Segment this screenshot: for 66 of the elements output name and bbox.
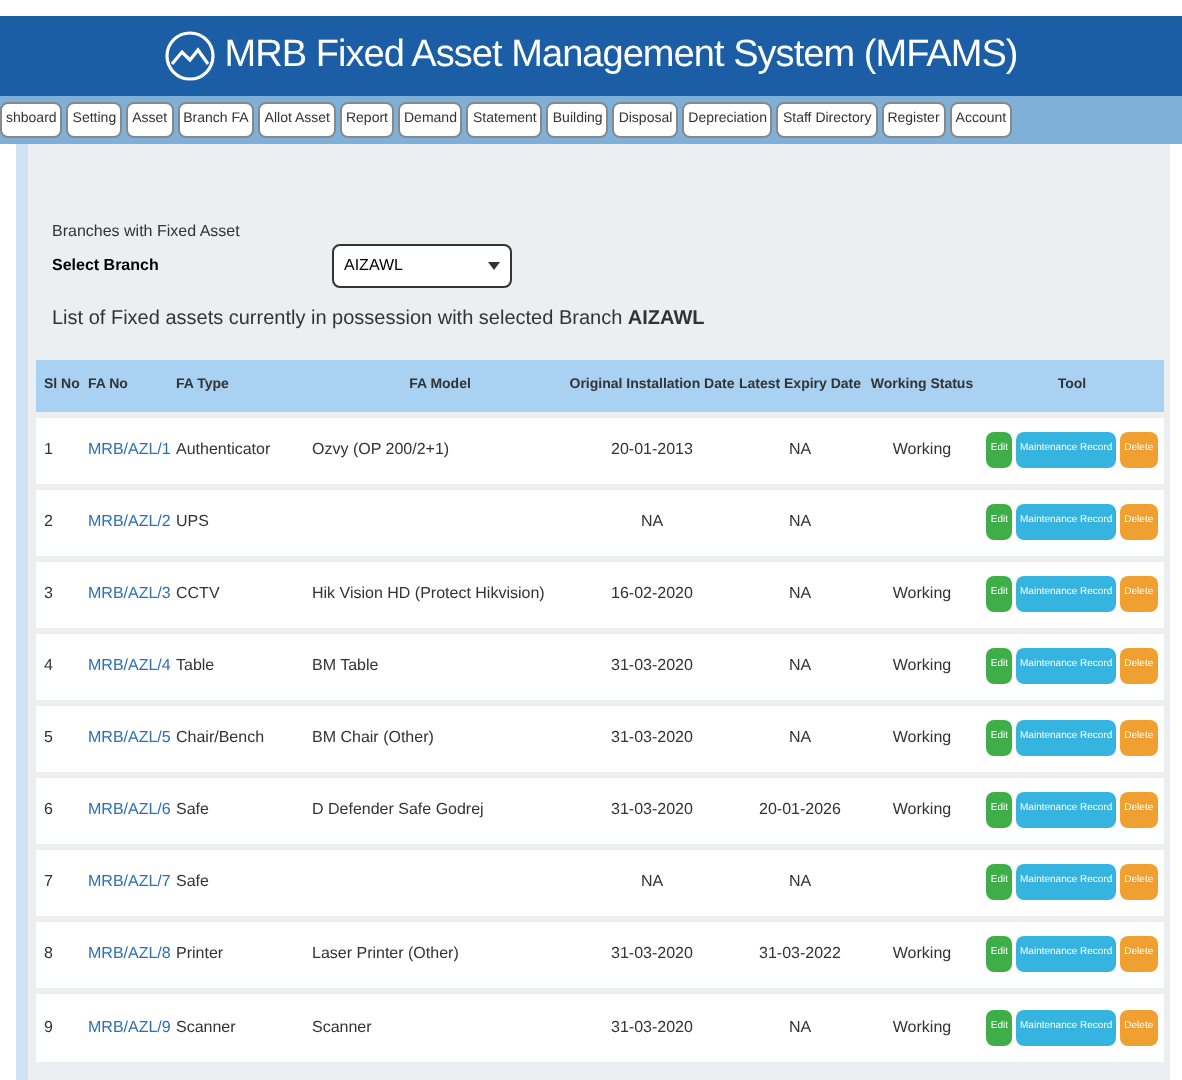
table-cell: NA (788, 440, 812, 458)
table-cell: Working (892, 656, 952, 674)
table-cell: 31-03-2020 (611, 800, 693, 818)
table-cell: 9 (44, 1017, 53, 1036)
table-cell: 2 (44, 512, 53, 530)
table-cell: 1 (44, 440, 53, 458)
table-cell: UPS (176, 512, 209, 530)
asset-link[interactable]: MRB/AZL/3 (88, 584, 171, 602)
table-cell: Ozvy (OP 200/2+1) (312, 440, 450, 458)
table-cell: Chair/Bench (176, 728, 265, 746)
table-cell: 31-03-2020 (611, 944, 693, 962)
table-cell: Working (892, 584, 952, 602)
section-hint: Branches with Fixed Asset (52, 220, 242, 244)
branch-select[interactable]: AIZAWL (332, 244, 512, 288)
table-cell: Working (892, 440, 952, 458)
table-cell: Safe (176, 800, 209, 818)
table-cell: NA (788, 872, 812, 890)
table-cell: 8 (44, 944, 53, 962)
asset-link[interactable]: MRB/AZL/7 (88, 872, 171, 890)
table-cell: 31-03-2020 (611, 1017, 693, 1036)
table-cell: Printer (176, 944, 224, 962)
field-label: Select Branch (52, 254, 161, 278)
table-cell: Working (892, 1017, 952, 1036)
table-cell: Scanner (176, 1017, 236, 1036)
table-cell: 16-02-2020 (611, 584, 693, 602)
asset-link[interactable]: MRB/AZL/2 (88, 512, 171, 530)
table-cell: 6 (44, 800, 53, 818)
table-cell: BM Table (312, 656, 379, 674)
asset-link[interactable]: MRB/AZL/6 (88, 800, 171, 818)
table-cell: CCTV (176, 584, 220, 602)
table-cell: NA (788, 1017, 812, 1036)
table-cell: 7 (44, 872, 53, 890)
table-cell: 31-03-2020 (611, 656, 693, 674)
table-cell: Laser Printer (Other) (312, 944, 459, 962)
asset-link[interactable]: MRB/AZL/9 (88, 1017, 171, 1036)
table-cell: NA (788, 656, 812, 674)
table-cell: NA (640, 512, 664, 530)
caret-icon (488, 262, 500, 270)
table-cell: NA (640, 872, 664, 890)
table-cell: Table (176, 656, 215, 674)
table-cell: NA (788, 728, 812, 746)
table-cell: Working (892, 728, 952, 746)
table-cell: 4 (44, 656, 53, 674)
table-cell: NA (788, 584, 812, 602)
mountain-logo-icon (164, 30, 217, 82)
asset-link[interactable]: MRB/AZL/4 (88, 656, 171, 674)
asset-link[interactable]: MRB/AZL/8 (88, 944, 171, 962)
table-cell: Working (892, 800, 952, 818)
table-cell: Scanner (312, 1017, 372, 1036)
table-cell: 3 (44, 584, 53, 602)
table-cell: Safe (176, 872, 209, 890)
asset-link[interactable]: MRB/AZL/1 (88, 440, 171, 458)
table-cell: 20-01-2013 (611, 440, 693, 458)
table-cell: NA (788, 512, 812, 530)
table-cell: 5 (44, 728, 53, 746)
table-cell: Working (892, 944, 952, 962)
table-cell: Hik Vision HD (Protect Hikvision) (312, 584, 545, 602)
list-caption: List of Fixed assets currently in possession with selected Branch AIZAWL (52, 306, 707, 334)
app-title: MRB Fixed Asset Management System (MFAMS) (224, 31, 1018, 80)
asset-link[interactable]: MRB/AZL/5 (88, 728, 171, 746)
table-cell: 20-01-2026 (759, 800, 841, 818)
table-cell: D Defender Safe Godrej (312, 800, 484, 818)
table-cell: Authenticator (176, 440, 271, 458)
table-cell: 31-03-2022 (759, 944, 841, 962)
table-cell: 31-03-2020 (611, 728, 693, 746)
table-cell: BM Chair (Other) (312, 728, 434, 746)
